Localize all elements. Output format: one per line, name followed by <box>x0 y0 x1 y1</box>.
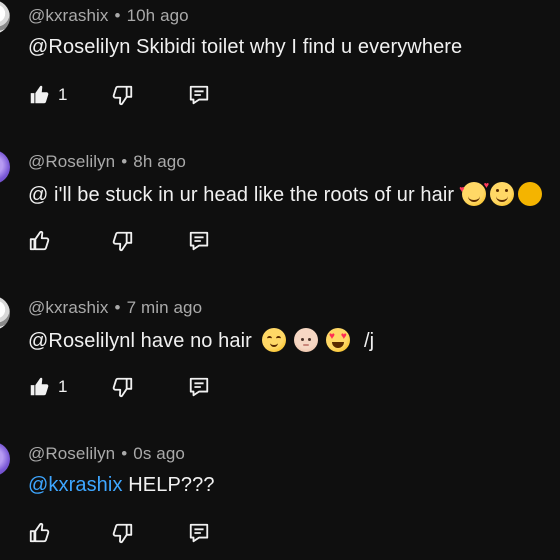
comment-text: @Roselilyn Skibidi toilet why I find u e… <box>28 36 463 58</box>
thumbs-up-icon <box>29 230 50 251</box>
meta-separator: • <box>121 444 128 463</box>
comment-item: @kxrashix • 7 min ago @Roselilynl have no … <box>0 292 560 438</box>
like-button[interactable] <box>28 522 58 544</box>
thumbs-down-icon <box>112 523 133 544</box>
like-button[interactable]: 1 <box>28 376 67 398</box>
comment-text: @ i'll be stuck in ur head like the root… <box>28 180 543 207</box>
comment-item: @kxrashix • 10h ago @Roselilyn Skibidi toi… <box>0 0 560 146</box>
comment-timestamp[interactable]: 7 min ago <box>127 298 203 317</box>
meta-separator: • <box>114 298 121 317</box>
comment-meta: @kxrashix • 10h ago <box>28 6 189 26</box>
partial-emoji-icon <box>518 182 543 206</box>
thumbs-down-icon <box>112 85 133 106</box>
comment-timestamp[interactable]: 10h ago <box>127 6 189 25</box>
comment-timestamp[interactable]: 8h ago <box>133 152 186 171</box>
reply-button[interactable] <box>188 230 210 252</box>
like-button[interactable]: 1 <box>28 84 67 106</box>
like-button[interactable] <box>28 230 58 252</box>
comment-text: @Roselilynl have no hair ♥ ♥ /j <box>28 328 374 353</box>
avatar[interactable] <box>0 296 10 330</box>
like-count: 1 <box>58 85 68 104</box>
meta-separator: • <box>121 152 128 171</box>
comment-username[interactable]: @kxrashix <box>28 298 109 317</box>
dislike-button[interactable] <box>112 376 134 398</box>
heart-eyes-icon: ♥ ♥ <box>325 328 350 352</box>
reply-button[interactable] <box>188 84 210 106</box>
comment-text: @kxrashix HELP??? <box>28 474 215 497</box>
comment-username[interactable]: @Roselilyn <box>28 444 115 463</box>
reply-icon <box>189 523 209 543</box>
dislike-button[interactable] <box>112 230 134 252</box>
comment-actions: 1 <box>28 84 328 108</box>
thumbs-down-icon <box>112 377 133 398</box>
mention-link[interactable]: @kxrashix <box>28 474 123 496</box>
comment-item: @Roselilyn • 8h ago @ i'll be stuck in ur … <box>0 146 560 292</box>
thumbs-down-icon <box>112 231 133 252</box>
reply-icon <box>189 85 209 105</box>
reply-icon <box>189 377 209 397</box>
reply-button[interactable] <box>188 376 210 398</box>
dislike-button[interactable] <box>112 522 134 544</box>
comment-meta: @kxrashix • 7 min ago <box>28 298 202 318</box>
comment-meta: @Roselilyn • 0s ago <box>28 444 185 464</box>
smiling-face-icon <box>490 182 515 206</box>
smiling-face-with-hearts-icon: ♥ ♥ <box>459 180 489 206</box>
thumbs-up-icon <box>29 522 50 543</box>
like-count: 1 <box>58 377 68 396</box>
thumbs-up-icon <box>30 377 49 396</box>
comment-text-suffix: /j <box>363 330 375 352</box>
comment-item: @Roselilyn • 0s ago @kxrashix HELP??? <box>0 438 560 560</box>
relieved-face-icon <box>261 328 286 352</box>
comment-text-body: @ i'll be stuck in ur head like the root… <box>28 184 455 206</box>
comment-text-body: @Roselilynl have no hair <box>28 330 252 352</box>
reply-button[interactable] <box>188 522 210 544</box>
thumbs-up-icon <box>30 85 49 104</box>
comment-meta: @Roselilyn • 8h ago <box>28 152 186 172</box>
meta-separator: • <box>114 6 121 25</box>
bald-person-icon <box>293 328 318 352</box>
comment-actions <box>28 230 328 254</box>
avatar[interactable] <box>0 0 10 34</box>
comment-actions: 1 <box>28 376 328 400</box>
reply-icon <box>189 231 209 251</box>
avatar[interactable] <box>0 150 10 184</box>
comment-actions <box>28 522 328 546</box>
dislike-button[interactable] <box>112 84 134 106</box>
avatar[interactable] <box>0 442 10 476</box>
comment-timestamp[interactable]: 0s ago <box>133 444 185 463</box>
comment-username[interactable]: @Roselilyn <box>28 152 115 171</box>
comment-text-body: HELP??? <box>128 474 215 496</box>
comment-username[interactable]: @kxrashix <box>28 6 109 25</box>
